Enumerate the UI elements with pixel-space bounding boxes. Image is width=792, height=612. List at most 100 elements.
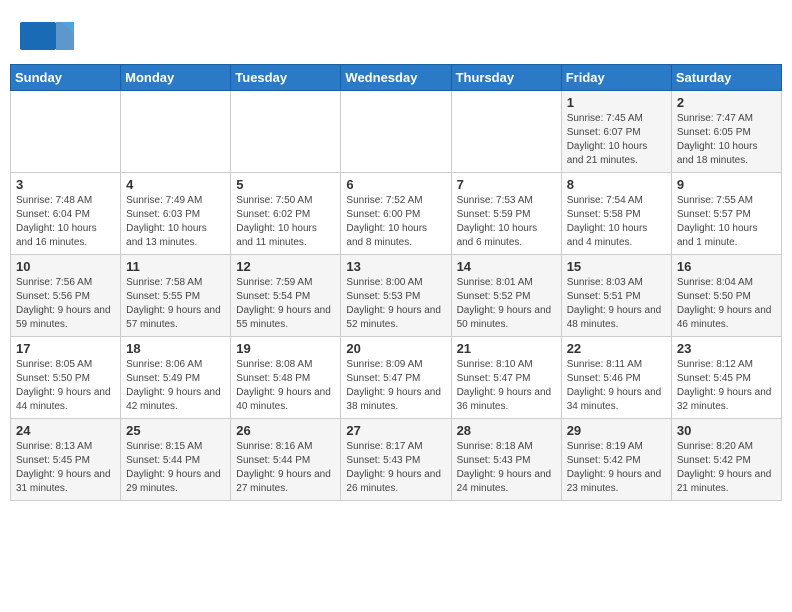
calendar-cell: 30 Sunrise: 8:20 AM Sunset: 5:42 PM Dayli… — [671, 419, 781, 501]
day-number: 20 — [346, 341, 445, 356]
day-info: Sunrise: 8:12 AM Sunset: 5:45 PM Dayligh… — [677, 358, 776, 414]
day-number: 26 — [236, 423, 335, 438]
day-info: Sunrise: 7:52 AM Sunset: 6:00 PM Dayligh… — [346, 194, 445, 250]
day-info: Sunrise: 8:19 AM Sunset: 5:42 PM Dayligh… — [567, 440, 666, 496]
calendar-cell — [121, 91, 231, 173]
day-number: 21 — [457, 341, 556, 356]
day-info: Sunrise: 8:17 AM Sunset: 5:43 PM Dayligh… — [346, 440, 445, 496]
calendar-body: 1 Sunrise: 7:45 AM Sunset: 6:07 PM Daylig… — [11, 91, 782, 501]
day-info: Sunrise: 8:15 AM Sunset: 5:44 PM Dayligh… — [126, 440, 225, 496]
day-number: 27 — [346, 423, 445, 438]
day-info: Sunrise: 7:58 AM Sunset: 5:55 PM Dayligh… — [126, 276, 225, 332]
calendar-cell: 24 Sunrise: 8:13 AM Sunset: 5:45 PM Dayli… — [11, 419, 121, 501]
day-info: Sunrise: 7:59 AM Sunset: 5:54 PM Dayligh… — [236, 276, 335, 332]
logo — [20, 16, 78, 56]
page-header — [0, 0, 792, 64]
day-number: 18 — [126, 341, 225, 356]
day-number: 12 — [236, 259, 335, 274]
calendar-cell: 20 Sunrise: 8:09 AM Sunset: 5:47 PM Dayli… — [341, 337, 451, 419]
calendar-cell: 13 Sunrise: 8:00 AM Sunset: 5:53 PM Dayli… — [341, 255, 451, 337]
calendar-cell: 10 Sunrise: 7:56 AM Sunset: 5:56 PM Dayli… — [11, 255, 121, 337]
calendar-cell: 17Sunrise: 8:05 AM Sunset: 5:50 PM Dayli… — [11, 337, 121, 419]
calendar-header: SundayMondayTuesdayWednesdayThursdayFrid… — [11, 65, 782, 91]
day-number: 17 — [16, 341, 115, 356]
calendar-cell: 5 Sunrise: 7:50 AM Sunset: 6:02 PM Daylig… — [231, 173, 341, 255]
day-number: 14 — [457, 259, 556, 274]
day-number: 6 — [346, 177, 445, 192]
calendar-cell: 6 Sunrise: 7:52 AM Sunset: 6:00 PM Daylig… — [341, 173, 451, 255]
calendar-cell: 9 Sunrise: 7:55 AM Sunset: 5:57 PM Daylig… — [671, 173, 781, 255]
calendar-cell — [451, 91, 561, 173]
calendar-table: SundayMondayTuesdayWednesdayThursdayFrid… — [10, 64, 782, 501]
day-number: 30 — [677, 423, 776, 438]
day-number: 1 — [567, 95, 666, 110]
weekday-header: Sunday — [11, 65, 121, 91]
weekday-header: Wednesday — [341, 65, 451, 91]
calendar-cell: 11 Sunrise: 7:58 AM Sunset: 5:55 PM Dayli… — [121, 255, 231, 337]
calendar-cell: 22 Sunrise: 8:11 AM Sunset: 5:46 PM Dayli… — [561, 337, 671, 419]
day-info: Sunrise: 8:11 AM Sunset: 5:46 PM Dayligh… — [567, 358, 666, 414]
day-info: Sunrise: 8:06 AM Sunset: 5:49 PM Dayligh… — [126, 358, 225, 414]
day-info: Sunrise: 7:49 AM Sunset: 6:03 PM Dayligh… — [126, 194, 225, 250]
day-number: 11 — [126, 259, 225, 274]
calendar-cell: 25 Sunrise: 8:15 AM Sunset: 5:44 PM Dayli… — [121, 419, 231, 501]
calendar-cell: 12 Sunrise: 7:59 AM Sunset: 5:54 PM Dayli… — [231, 255, 341, 337]
day-number: 16 — [677, 259, 776, 274]
day-info: Sunrise: 7:48 AM Sunset: 6:04 PM Dayligh… — [16, 194, 115, 250]
calendar-cell: 21Sunrise: 8:10 AM Sunset: 5:47 PM Dayli… — [451, 337, 561, 419]
calendar-cell: 26 Sunrise: 8:16 AM Sunset: 5:44 PM Dayli… — [231, 419, 341, 501]
calendar-cell: 28Sunrise: 8:18 AM Sunset: 5:43 PM Dayli… — [451, 419, 561, 501]
calendar-cell: 29 Sunrise: 8:19 AM Sunset: 5:42 PM Dayli… — [561, 419, 671, 501]
calendar-cell: 3 Sunrise: 7:48 AM Sunset: 6:04 PM Daylig… — [11, 173, 121, 255]
day-info: Sunrise: 7:56 AM Sunset: 5:56 PM Dayligh… — [16, 276, 115, 332]
day-number: 25 — [126, 423, 225, 438]
day-number: 22 — [567, 341, 666, 356]
day-number: 28 — [457, 423, 556, 438]
day-info: Sunrise: 8:09 AM Sunset: 5:47 PM Dayligh… — [346, 358, 445, 414]
weekday-header: Thursday — [451, 65, 561, 91]
day-info: Sunrise: 7:53 AM Sunset: 5:59 PM Dayligh… — [457, 194, 556, 250]
day-number: 19 — [236, 341, 335, 356]
day-info: Sunrise: 7:47 AM Sunset: 6:05 PM Dayligh… — [677, 112, 776, 168]
day-number: 2 — [677, 95, 776, 110]
calendar-cell: 4 Sunrise: 7:49 AM Sunset: 6:03 PM Daylig… — [121, 173, 231, 255]
calendar-cell: 1 Sunrise: 7:45 AM Sunset: 6:07 PM Daylig… — [561, 91, 671, 173]
calendar-cell: 16 Sunrise: 8:04 AM Sunset: 5:50 PM Dayli… — [671, 255, 781, 337]
day-info: Sunrise: 8:16 AM Sunset: 5:44 PM Dayligh… — [236, 440, 335, 496]
calendar-cell — [11, 91, 121, 173]
calendar-cell — [341, 91, 451, 173]
day-number: 4 — [126, 177, 225, 192]
calendar-wrap: SundayMondayTuesdayWednesdayThursdayFrid… — [0, 64, 792, 511]
weekday-header: Monday — [121, 65, 231, 91]
day-info: Sunrise: 8:13 AM Sunset: 5:45 PM Dayligh… — [16, 440, 115, 496]
day-info: Sunrise: 8:04 AM Sunset: 5:50 PM Dayligh… — [677, 276, 776, 332]
weekday-header: Saturday — [671, 65, 781, 91]
day-number: 9 — [677, 177, 776, 192]
day-number: 13 — [346, 259, 445, 274]
day-info: Sunrise: 7:50 AM Sunset: 6:02 PM Dayligh… — [236, 194, 335, 250]
day-number: 5 — [236, 177, 335, 192]
day-number: 24 — [16, 423, 115, 438]
calendar-cell: 19Sunrise: 8:08 AM Sunset: 5:48 PM Dayli… — [231, 337, 341, 419]
calendar-cell: 7Sunrise: 7:53 AM Sunset: 5:59 PM Daylig… — [451, 173, 561, 255]
day-number: 3 — [16, 177, 115, 192]
calendar-cell: 2 Sunrise: 7:47 AM Sunset: 6:05 PM Daylig… — [671, 91, 781, 173]
day-info: Sunrise: 8:00 AM Sunset: 5:53 PM Dayligh… — [346, 276, 445, 332]
day-info: Sunrise: 8:01 AM Sunset: 5:52 PM Dayligh… — [457, 276, 556, 332]
calendar-cell — [231, 91, 341, 173]
day-info: Sunrise: 8:20 AM Sunset: 5:42 PM Dayligh… — [677, 440, 776, 496]
weekday-header: Friday — [561, 65, 671, 91]
day-info: Sunrise: 7:54 AM Sunset: 5:58 PM Dayligh… — [567, 194, 666, 250]
day-number: 10 — [16, 259, 115, 274]
calendar-cell: 23 Sunrise: 8:12 AM Sunset: 5:45 PM Dayli… — [671, 337, 781, 419]
calendar-cell: 15 Sunrise: 8:03 AM Sunset: 5:51 PM Dayli… — [561, 255, 671, 337]
day-number: 15 — [567, 259, 666, 274]
weekday-header: Tuesday — [231, 65, 341, 91]
calendar-cell: 27 Sunrise: 8:17 AM Sunset: 5:43 PM Dayli… — [341, 419, 451, 501]
day-info: Sunrise: 7:45 AM Sunset: 6:07 PM Dayligh… — [567, 112, 666, 168]
day-number: 23 — [677, 341, 776, 356]
day-info: Sunrise: 8:03 AM Sunset: 5:51 PM Dayligh… — [567, 276, 666, 332]
calendar-cell: 14 Sunrise: 8:01 AM Sunset: 5:52 PM Dayli… — [451, 255, 561, 337]
day-info: Sunrise: 7:55 AM Sunset: 5:57 PM Dayligh… — [677, 194, 776, 250]
day-number: 29 — [567, 423, 666, 438]
